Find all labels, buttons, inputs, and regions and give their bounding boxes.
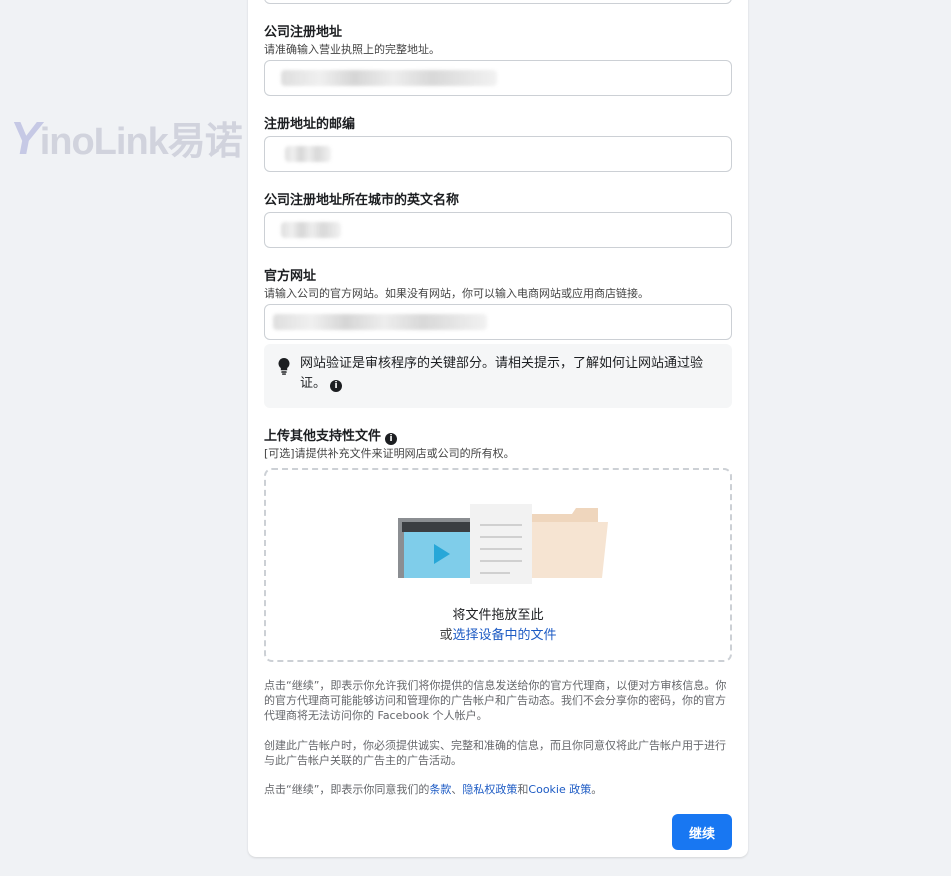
previous-input[interactable]: [264, 0, 732, 4]
upload-illustration: [398, 504, 608, 584]
upload-label-text: 上传其他支持性文件: [264, 429, 382, 444]
redacted-value: [281, 222, 341, 238]
website-label: 官方网址: [264, 269, 317, 284]
tip-text: 网站验证是审核程序的关键部分。请相关提示，了解如何让网站通过验证。 i: [300, 354, 724, 394]
legal-and: 和: [517, 783, 529, 796]
choose-file-link[interactable]: 选择设备中的文件: [453, 628, 557, 643]
legal-consent-2: 创建此广告帐户时，你必须提供诚实、完整和准确的信息，而且你同意仅将此广告帐户用于…: [264, 739, 726, 767]
legal-consent-3: 点击“继续”，即表示你同意我们的条款、隐私权政策和Cookie 政策。: [264, 782, 734, 797]
city-input[interactable]: [264, 212, 732, 248]
postal-input[interactable]: [264, 136, 732, 172]
redacted-value: [285, 146, 331, 162]
address-label: 公司注册地址: [264, 25, 343, 40]
legal-prefix: 点击“继续”，即表示你同意我们的: [264, 783, 430, 796]
upload-label: 上传其他支持性文件 i: [264, 425, 398, 445]
watermark-text: inoLink易诺: [39, 121, 243, 163]
tip-message: 网站验证是审核程序的关键部分。请相关提示，了解如何让网站通过验证。: [300, 356, 704, 391]
redacted-value: [273, 314, 487, 330]
redacted-value: [281, 70, 497, 86]
drop-instruction: 将文件拖放至此: [452, 608, 544, 623]
legal-end: 。: [591, 783, 603, 796]
cookie-link[interactable]: Cookie 政策: [528, 783, 591, 796]
upload-help: [可选]请提供补充文件来证明网店或公司的所有权。: [264, 447, 515, 460]
terms-link[interactable]: 条款: [429, 783, 451, 796]
info-icon[interactable]: i: [385, 433, 398, 445]
watermark-y: Y: [10, 112, 41, 164]
legal-sep: 、: [451, 783, 463, 796]
city-label: 公司注册地址所在城市的英文名称: [264, 193, 460, 208]
form-card: 公司注册地址 请准确输入营业执照上的完整地址。 注册地址的邮编 公司注册地址所在…: [248, 0, 748, 857]
address-input[interactable]: [264, 60, 732, 96]
info-icon[interactable]: i: [330, 380, 343, 392]
website-input[interactable]: [264, 304, 732, 340]
lightbulb-icon: [278, 357, 290, 375]
privacy-link[interactable]: 隐私权政策: [462, 783, 517, 796]
website-tip: 网站验证是审核程序的关键部分。请相关提示，了解如何让网站通过验证。 i: [264, 344, 732, 408]
drop-or: 或: [439, 628, 453, 643]
address-help: 请准确输入营业执照上的完整地址。: [264, 43, 440, 56]
website-help: 请输入公司的官方网站。如果没有网站，你可以输入电商网站或应用商店链接。: [264, 287, 649, 300]
file-dropzone[interactable]: 将文件拖放至此 或选择设备中的文件: [264, 468, 732, 662]
postal-label: 注册地址的邮编: [264, 117, 356, 132]
legal-consent-1: 点击“继续”，即表示你允许我们将你提供的信息发送给你的官方代理商，以便对方审核信…: [264, 679, 727, 722]
watermark-logo: YinoLink易诺: [10, 110, 243, 165]
continue-button[interactable]: 继续: [672, 814, 732, 850]
drop-alternative: 或选择设备中的文件: [266, 624, 730, 643]
